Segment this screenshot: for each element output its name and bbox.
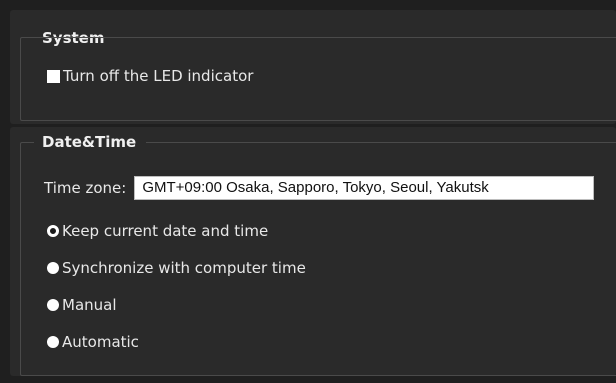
settings-page: System Turn off the LED indicator Date&T…: [0, 0, 616, 383]
timezone-select[interactable]: GMT+09:00 Osaka, Sapporo, Tokyo, Seoul, …: [134, 176, 595, 200]
option-sync-computer-label: Synchronize with computer time: [62, 259, 306, 277]
option-sync-computer[interactable]: Synchronize with computer time: [47, 258, 306, 278]
option-automatic[interactable]: Automatic: [47, 332, 139, 352]
radio-automatic[interactable]: [47, 336, 59, 348]
system-panel: System Turn off the LED indicator: [10, 10, 616, 124]
radio-manual[interactable]: [47, 299, 59, 311]
led-label: Turn off the LED indicator: [63, 67, 254, 85]
option-keep-current[interactable]: Keep current date and time: [47, 221, 268, 241]
datetime-legend: Date&Time: [34, 132, 147, 152]
led-checkbox[interactable]: [47, 69, 60, 83]
option-automatic-label: Automatic: [62, 333, 139, 351]
option-manual-label: Manual: [62, 296, 117, 314]
timezone-label: Time zone:: [44, 179, 127, 197]
option-manual[interactable]: Manual: [47, 295, 117, 315]
led-option[interactable]: Turn off the LED indicator: [47, 66, 253, 86]
datetime-panel: Date&Time Time zone: GMT+09:00 Osaka, Sa…: [10, 127, 616, 376]
timezone-row: Time zone: GMT+09:00 Osaka, Sapporo, Tok…: [44, 176, 595, 200]
option-keep-current-label: Keep current date and time: [62, 222, 269, 240]
radio-keep-current[interactable]: [47, 225, 59, 237]
radio-sync-computer[interactable]: [47, 262, 59, 274]
